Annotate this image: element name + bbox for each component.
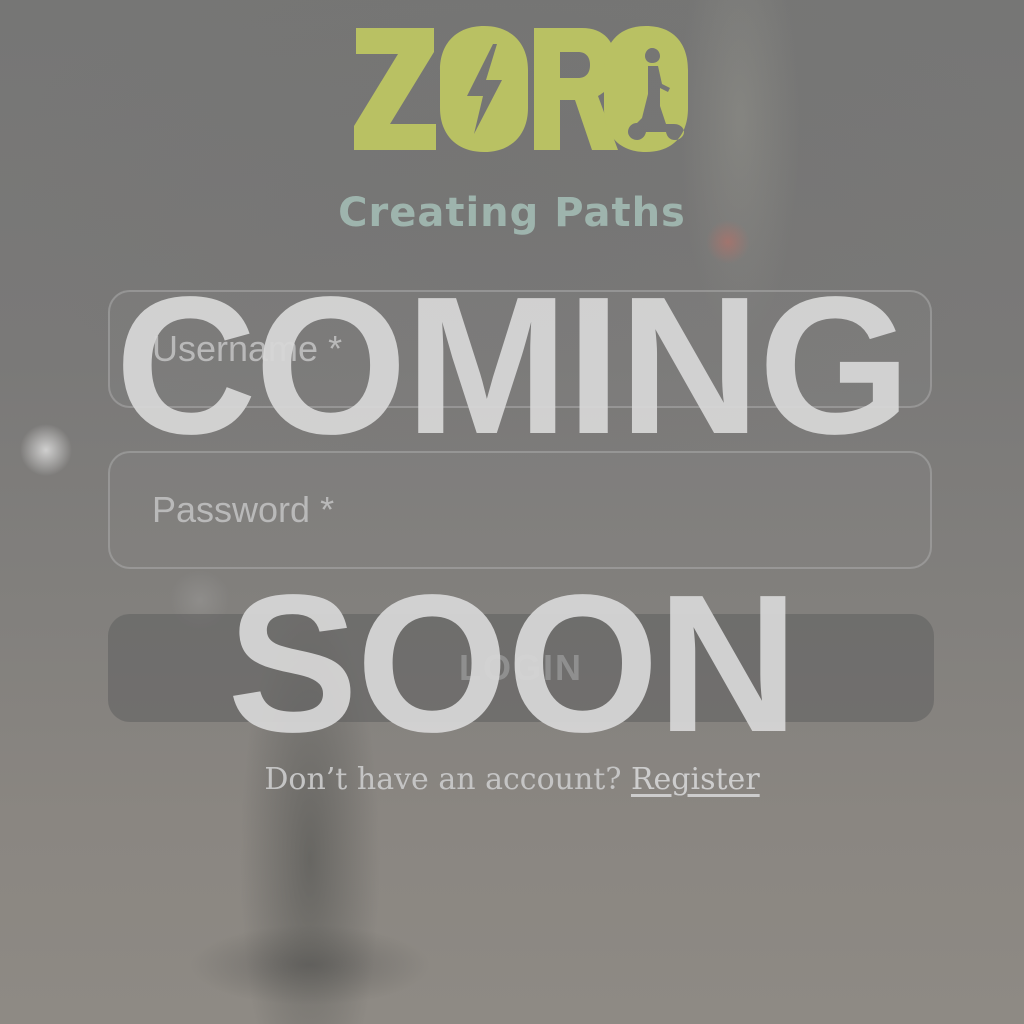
register-prompt-text: Don’t have an account? (264, 762, 622, 797)
register-prompt: Don’t have an account? Register (0, 762, 1024, 797)
register-link[interactable]: Register (631, 762, 760, 797)
login-button[interactable]: LOGIN (108, 614, 934, 722)
password-field[interactable] (108, 451, 932, 569)
zoro-logo (352, 26, 690, 152)
tagline: Creating Paths (338, 190, 686, 236)
username-field[interactable] (108, 290, 932, 408)
username-input[interactable] (110, 292, 930, 406)
password-input[interactable] (110, 453, 930, 567)
